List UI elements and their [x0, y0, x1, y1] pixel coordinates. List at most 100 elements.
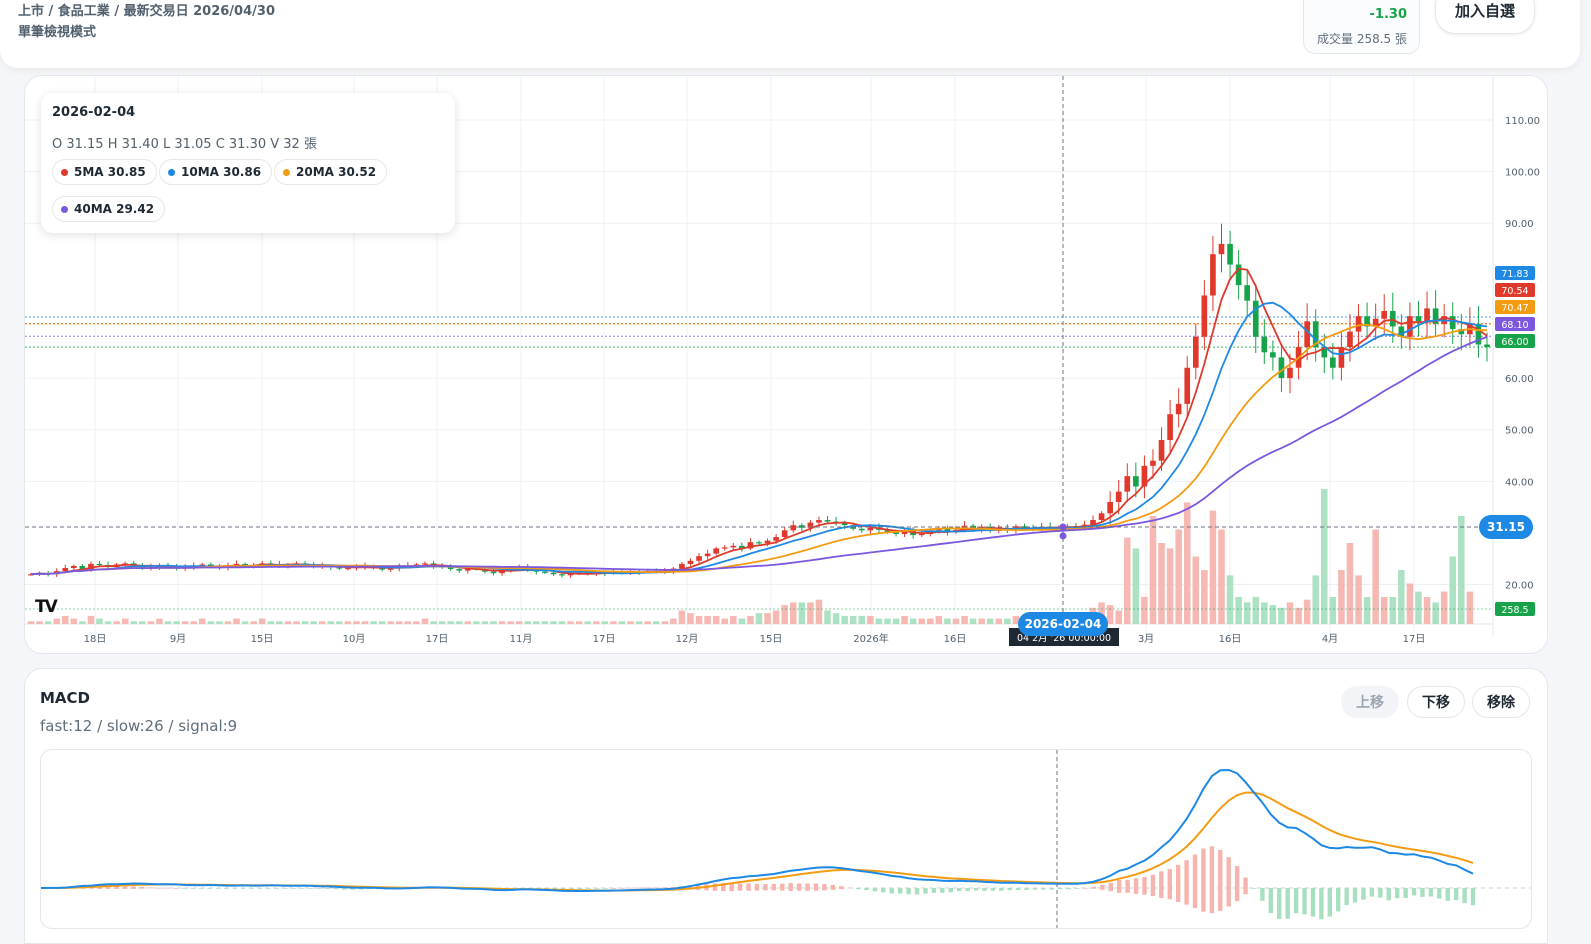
candle — [1227, 230, 1233, 278]
macd-histogram-bar — [198, 888, 204, 889]
macd-histogram-bar — [754, 883, 760, 891]
candle — [816, 516, 822, 525]
candle — [1167, 399, 1173, 452]
macd-histogram-bar — [1100, 884, 1105, 890]
candle — [696, 553, 702, 564]
macd-histogram-bar — [1268, 888, 1274, 914]
volume-bar — [533, 621, 540, 624]
volume-bar — [738, 618, 746, 624]
candle-body — [1201, 295, 1208, 337]
x-tick-label: 10月 — [343, 633, 366, 645]
candle — [1415, 300, 1422, 337]
volume-bar — [969, 618, 977, 624]
remove-indicator-button[interactable]: 移除 — [1472, 686, 1530, 718]
candle-body — [1098, 513, 1105, 521]
candle-body — [345, 568, 351, 570]
candle — [1364, 302, 1370, 339]
candle-body — [1115, 491, 1122, 502]
macd-histogram-bar — [190, 888, 195, 889]
macd-histogram-bar — [881, 888, 886, 893]
volume-bar — [618, 621, 626, 624]
legend-chip-5ma: 5MA 30.85 — [52, 159, 157, 185]
price-badge-label: 70.47 — [1501, 303, 1528, 314]
candle-body — [756, 542, 762, 544]
volume-bar — [139, 621, 146, 624]
candle — [1449, 302, 1456, 344]
macd-histogram-bar — [1327, 888, 1332, 917]
macd-histogram-bar — [628, 887, 633, 889]
volume-bar — [995, 618, 1003, 624]
volume-bar — [541, 621, 549, 624]
volume-badge-label: 258.5 — [1501, 605, 1528, 616]
candle — [1347, 313, 1353, 362]
volume-bar — [430, 621, 437, 624]
macd-chart[interactable] — [41, 750, 1531, 928]
candle-body — [781, 530, 788, 538]
candle-body — [721, 547, 728, 549]
candle-body — [1355, 316, 1362, 332]
volume-bar — [1286, 602, 1294, 624]
volume-bar — [652, 621, 660, 624]
candle-body — [1158, 440, 1165, 461]
volume-bar — [781, 605, 788, 624]
price-badge-label: 68.10 — [1501, 320, 1528, 331]
candle-body — [550, 572, 557, 575]
volume-bar — [113, 621, 120, 624]
macd-histogram-bar — [1184, 860, 1189, 905]
volume-bar — [1303, 599, 1311, 624]
volume-bar — [421, 618, 429, 624]
legend-10ma-label: 10MA 30.86 — [181, 165, 262, 179]
add-to-watchlist-button[interactable]: 加入自選 — [1435, 0, 1535, 34]
macd-histogram-bar — [1260, 888, 1265, 901]
macd-histogram-bar — [948, 888, 953, 893]
x-tick-label: 11月 — [510, 633, 533, 645]
volume-bar — [841, 615, 848, 624]
macd-histogram-bar — [780, 883, 785, 891]
macd-histogram-bar — [1386, 888, 1391, 901]
macd-histogram-bar — [1470, 888, 1476, 906]
move-up-button[interactable]: 上移 — [1341, 686, 1399, 718]
candle-body — [1107, 501, 1113, 514]
macd-histogram-bar — [931, 888, 937, 893]
volume-bar — [1132, 548, 1140, 624]
macd-histogram-bar — [1150, 874, 1156, 896]
volume-bar — [884, 618, 891, 624]
volume-bar — [490, 621, 497, 624]
volume-bar — [1158, 543, 1165, 624]
move-down-button[interactable]: 下移 — [1407, 686, 1465, 718]
macd-histogram-bar — [1411, 888, 1417, 896]
volume-bar — [712, 615, 720, 624]
legend-40ma-label: 40MA 29.42 — [74, 202, 155, 216]
x-tick-label: 16日 — [1219, 634, 1242, 645]
volume-bar — [1209, 510, 1217, 624]
legend-chip-10ma: 10MA 30.86 — [159, 159, 273, 185]
macd-histogram-bar — [316, 888, 322, 889]
macd-histogram-bar — [1074, 888, 1080, 889]
volume-bar — [164, 621, 172, 624]
ma40-color-dot — [61, 205, 68, 213]
macd-histogram-bar — [1058, 888, 1063, 890]
macd-histogram-bar — [603, 888, 608, 889]
price-summary: -1.30 成交量 258.5 張 — [1303, 0, 1420, 54]
macd-histogram-bar — [1175, 864, 1181, 902]
macd-histogram-bar — [1302, 888, 1307, 915]
x-tick-label: 17日 — [593, 634, 616, 645]
macd-histogram-bar — [325, 888, 330, 889]
macd-chart-area[interactable] — [40, 749, 1532, 929]
y-tick-label: 110.00 — [1505, 116, 1540, 127]
volume-bar — [764, 613, 771, 624]
candle — [1261, 319, 1268, 365]
volume-bar — [1295, 607, 1302, 624]
volume-bar — [455, 621, 463, 624]
volume-bar — [644, 621, 651, 624]
volume-bar — [284, 621, 292, 624]
macd-histogram-bar — [906, 888, 911, 895]
macd-histogram-bar — [1336, 888, 1341, 912]
legend-chip-40ma: 40MA 29.42 — [52, 196, 166, 222]
volume-bar — [36, 621, 43, 624]
volume-bar — [53, 618, 60, 624]
candle — [1218, 223, 1225, 273]
candle — [148, 563, 154, 571]
volume-bar — [473, 621, 480, 624]
candle-body — [1407, 316, 1413, 337]
